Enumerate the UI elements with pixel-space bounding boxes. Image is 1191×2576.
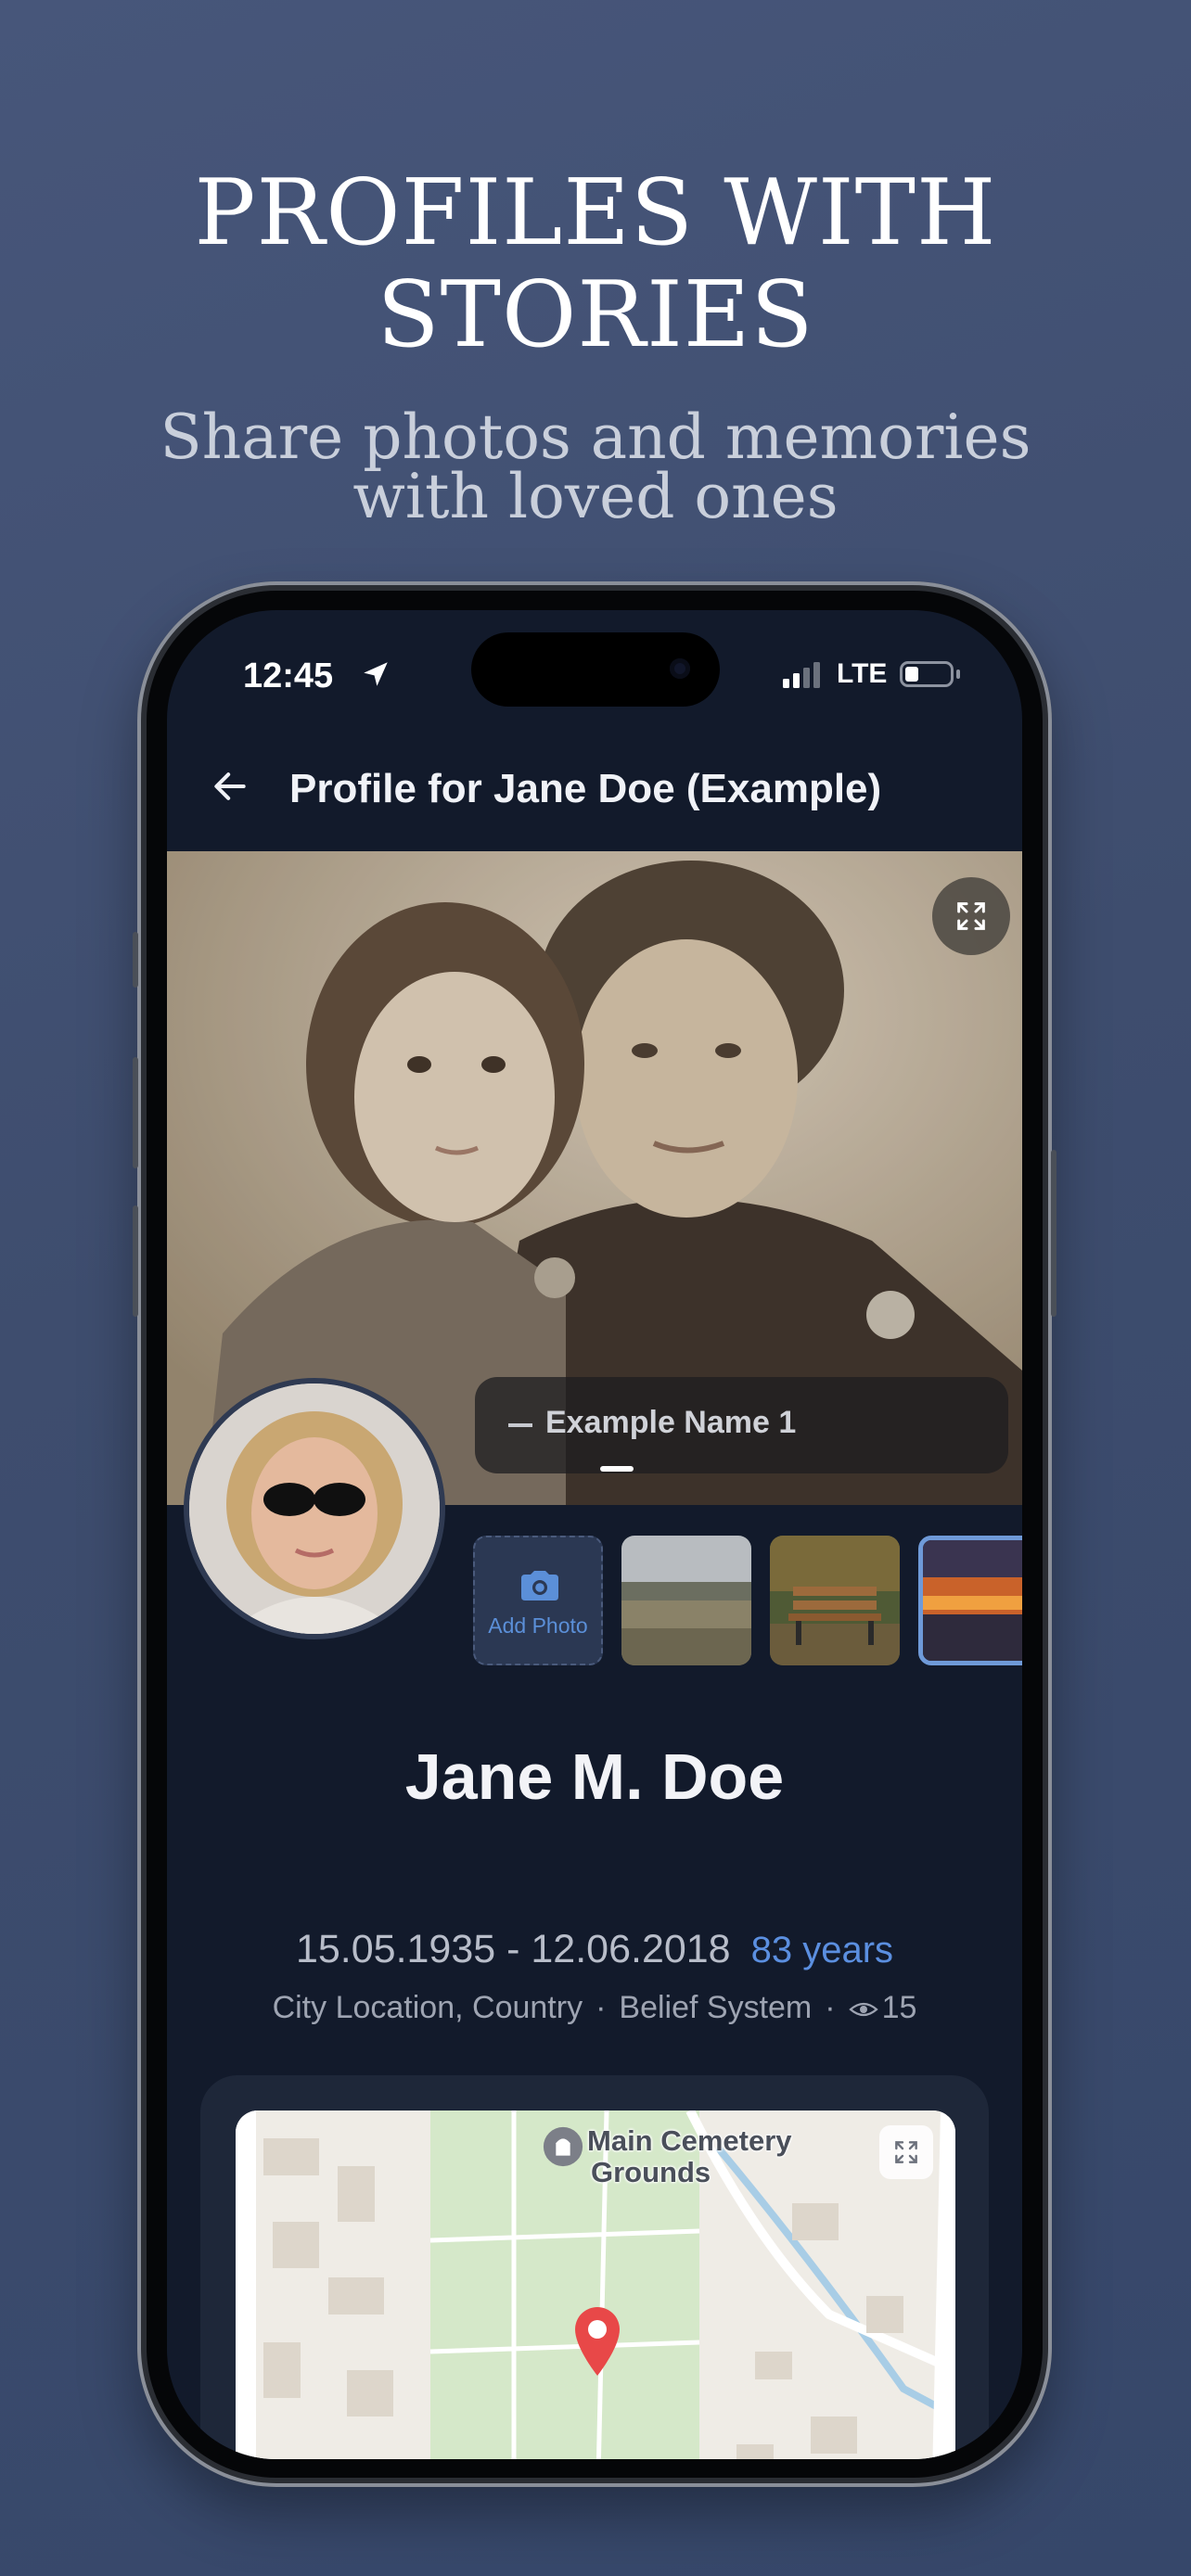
expand-icon — [895, 2141, 917, 2163]
thumbnail-sunset[interactable] — [918, 1536, 1022, 1665]
promo-title-line-2: STORIES — [377, 262, 814, 368]
add-photo-button[interactable]: Add Photo — [473, 1536, 603, 1665]
signal-icon — [783, 662, 820, 688]
network-type: LTE — [837, 658, 888, 689]
age-badge: 83 years — [750, 1930, 894, 1970]
status-time: 12:45 — [243, 657, 334, 695]
promo-title: PROFILES WITH STORIES — [0, 162, 1191, 366]
profile-name: Jane M. Doe — [404, 1741, 785, 1813]
arrow-left-icon — [214, 772, 246, 800]
phone-silent-switch — [133, 932, 138, 988]
thumbnail-landscape[interactable] — [621, 1536, 751, 1665]
front-camera — [670, 658, 690, 679]
map-poi-label: Main Cemetery Grounds — [587, 2125, 792, 2188]
promo-title-line-1: PROFILES WITH — [194, 160, 997, 266]
photo-caption-text: Example Name 1 — [545, 1405, 797, 1440]
cemetery-poi-icon — [543, 2126, 583, 2167]
phone-volume-down — [133, 1205, 138, 1317]
promo-subtitle-line-2: with loved ones — [352, 461, 839, 532]
add-photo-label: Add Photo — [488, 1613, 588, 1638]
location-text: City Location, Country — [272, 1990, 583, 2025]
page-title: Profile for Jane Doe (Example) — [289, 766, 882, 811]
separator-dot: · — [596, 1990, 607, 2025]
profile-meta: City Location, Country · Belief System · 15 — [167, 1990, 1022, 2026]
location-arrow-icon — [364, 662, 388, 686]
view-count: 15 — [881, 1990, 917, 2025]
photo-caption: Example Name 1 — [475, 1377, 1008, 1473]
hero-expand-button[interactable] — [932, 877, 1010, 955]
phone-power-button — [1051, 1150, 1057, 1317]
profile-avatar[interactable] — [184, 1378, 445, 1639]
landscape-photo — [621, 1536, 751, 1665]
sunset-photo — [923, 1540, 1022, 1661]
carousel-indicator — [600, 1466, 634, 1472]
eye-icon — [848, 2002, 878, 2017]
back-button[interactable] — [202, 759, 258, 814]
battery-tip — [956, 670, 960, 679]
avatar-image — [189, 1384, 440, 1634]
location-map[interactable]: Main Cemetery Grounds — [236, 2111, 955, 2459]
camera-icon — [521, 1571, 558, 1600]
map-card: Main Cemetery Grounds — [200, 2075, 989, 2459]
phone-screen: 12:45 LTE Profile for Jane Doe (Example) — [167, 610, 1022, 2459]
app-header: Profile for Jane Doe (Example) — [167, 749, 1022, 842]
life-dates: 15.05.1935 - 12.06.2018 — [295, 1927, 731, 1971]
phone-volume-up — [133, 1057, 138, 1168]
map-expand-button[interactable] — [879, 2125, 933, 2179]
location-pin-icon[interactable] — [571, 2303, 623, 2378]
battery-icon — [900, 661, 954, 687]
promo-subtitle-line-1: Share photos and memories — [160, 402, 1031, 473]
thumbnail-bench[interactable] — [770, 1536, 900, 1665]
belief-text: Belief System — [619, 1990, 813, 2025]
park-bench-photo — [770, 1536, 900, 1665]
map-poi-label-line-2: Grounds — [591, 2156, 711, 2188]
separator-dot: · — [825, 1990, 836, 2025]
status-bar: 12:45 LTE — [167, 610, 1022, 721]
life-dates-row: 15.05.1935 - 12.06.2018 83 years — [167, 1927, 1022, 1972]
map-poi-label-line-1: Main Cemetery — [587, 2124, 792, 2157]
promo-subtitle: Share photos and memories with loved one… — [0, 402, 1191, 532]
caption-dash — [508, 1423, 532, 1427]
expand-icon — [957, 902, 985, 930]
